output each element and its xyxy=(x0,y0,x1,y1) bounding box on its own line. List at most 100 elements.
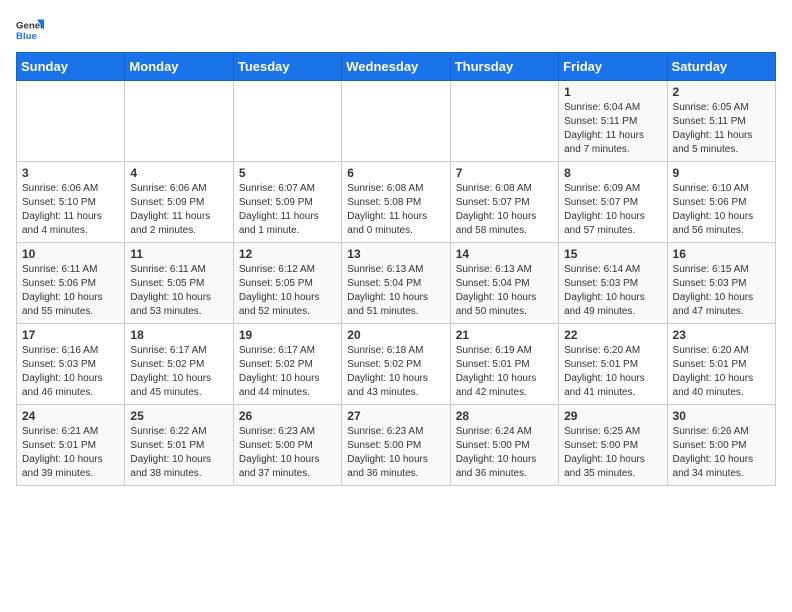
calendar-day-cell xyxy=(125,81,233,162)
day-number: 17 xyxy=(22,328,119,342)
day-number: 5 xyxy=(239,166,336,180)
calendar-day-cell: 24Sunrise: 6:21 AM Sunset: 5:01 PM Dayli… xyxy=(17,405,125,486)
day-number: 16 xyxy=(673,247,770,261)
logo-icon: General Blue xyxy=(16,16,44,44)
day-number: 18 xyxy=(130,328,227,342)
day-number: 9 xyxy=(673,166,770,180)
day-number: 4 xyxy=(130,166,227,180)
day-info: Sunrise: 6:16 AM Sunset: 5:03 PM Dayligh… xyxy=(22,344,119,400)
calendar-day-cell: 25 Sunrise: 6:22 AM Sunset: 5:01 PM Dayli… xyxy=(125,405,233,486)
calendar-day-cell: 4 Sunrise: 6:06 AM Sunset: 5:09 PM Daylig… xyxy=(125,162,233,243)
day-number: 14 xyxy=(456,247,553,261)
calendar-day-cell xyxy=(450,81,558,162)
calendar-day-cell: 10 Sunrise: 6:11 AM Sunset: 5:06 PM Dayli… xyxy=(17,243,125,324)
day-info: Sunrise: 6:21 AM Sunset: 5:01 PM Dayligh… xyxy=(22,425,119,481)
day-info: Sunrise: 6:06 AM Sunset: 5:10 PM Dayligh… xyxy=(22,182,119,238)
calendar-day-cell: 30 Sunrise: 6:26 AM Sunset: 5:00 PM Dayli… xyxy=(667,405,775,486)
calendar-day-cell: 9Sunrise: 6:10 AM Sunset: 5:06 PM Daylig… xyxy=(667,162,775,243)
day-number: 3 xyxy=(22,166,119,180)
calendar-day-cell: 26 Sunrise: 6:23 AM Sunset: 5:00 PM Dayli… xyxy=(233,405,341,486)
day-info: Sunrise: 6:08 AM Sunset: 5:08 PM Dayligh… xyxy=(347,182,444,238)
weekday-header-wednesday: Wednesday xyxy=(342,53,450,81)
day-info: Sunrise: 6:19 AM Sunset: 5:01 PM Dayligh… xyxy=(456,344,553,400)
calendar-day-cell: 20 Sunrise: 6:18 AM Sunset: 5:02 PM Dayli… xyxy=(342,324,450,405)
weekday-header-sunday: Sunday xyxy=(17,53,125,81)
weekday-header-friday: Friday xyxy=(559,53,667,81)
day-info: Sunrise: 6:14 AM Sunset: 5:03 PM Dayligh… xyxy=(564,263,661,319)
calendar-day-cell: 16 Sunrise: 6:15 AM Sunset: 5:03 PM Dayli… xyxy=(667,243,775,324)
calendar-day-cell: 28Sunrise: 6:24 AM Sunset: 5:00 PM Dayli… xyxy=(450,405,558,486)
calendar-day-cell: 18 Sunrise: 6:17 AM Sunset: 5:02 PM Dayli… xyxy=(125,324,233,405)
day-info: Sunrise: 6:08 AM Sunset: 5:07 PM Dayligh… xyxy=(456,182,553,238)
calendar-day-cell: 5Sunrise: 6:07 AM Sunset: 5:09 PM Daylig… xyxy=(233,162,341,243)
calendar-day-cell: 11 Sunrise: 6:11 AM Sunset: 5:05 PM Dayli… xyxy=(125,243,233,324)
day-info: Sunrise: 6:13 AM Sunset: 5:04 PM Dayligh… xyxy=(347,263,444,319)
calendar-day-cell: 23 Sunrise: 6:20 AM Sunset: 5:01 PM Dayli… xyxy=(667,324,775,405)
day-number: 10 xyxy=(22,247,119,261)
day-number: 20 xyxy=(347,328,444,342)
page-header: General Blue xyxy=(16,16,776,44)
calendar-day-cell: 29 Sunrise: 6:25 AM Sunset: 5:00 PM Dayli… xyxy=(559,405,667,486)
calendar-day-cell: 14 Sunrise: 6:13 AM Sunset: 5:04 PM Dayli… xyxy=(450,243,558,324)
day-number: 30 xyxy=(673,409,770,423)
day-number: 11 xyxy=(130,247,227,261)
day-info: Sunrise: 6:12 AM Sunset: 5:05 PM Dayligh… xyxy=(239,263,336,319)
calendar-day-cell: 22 Sunrise: 6:20 AM Sunset: 5:01 PM Dayli… xyxy=(559,324,667,405)
day-info: Sunrise: 6:11 AM Sunset: 5:06 PM Dayligh… xyxy=(22,263,119,319)
day-info: Sunrise: 6:13 AM Sunset: 5:04 PM Dayligh… xyxy=(456,263,553,319)
calendar-day-cell: 17 Sunrise: 6:16 AM Sunset: 5:03 PM Dayli… xyxy=(17,324,125,405)
calendar-table: SundayMondayTuesdayWednesdayThursdayFrid… xyxy=(16,52,776,486)
day-info: Sunrise: 6:20 AM Sunset: 5:01 PM Dayligh… xyxy=(673,344,770,400)
day-info: Sunrise: 6:17 AM Sunset: 5:02 PM Dayligh… xyxy=(239,344,336,400)
day-number: 6 xyxy=(347,166,444,180)
calendar-week-row: 10 Sunrise: 6:11 AM Sunset: 5:06 PM Dayli… xyxy=(17,243,776,324)
day-number: 27 xyxy=(347,409,444,423)
day-info: Sunrise: 6:15 AM Sunset: 5:03 PM Dayligh… xyxy=(673,263,770,319)
day-info: Sunrise: 6:18 AM Sunset: 5:02 PM Dayligh… xyxy=(347,344,444,400)
day-number: 12 xyxy=(239,247,336,261)
calendar-week-row: 24Sunrise: 6:21 AM Sunset: 5:01 PM Dayli… xyxy=(17,405,776,486)
day-number: 7 xyxy=(456,166,553,180)
svg-text:Blue: Blue xyxy=(16,31,37,42)
calendar-week-row: 1Sunrise: 6:04 AM Sunset: 5:11 PM Daylig… xyxy=(17,81,776,162)
day-number: 26 xyxy=(239,409,336,423)
day-number: 15 xyxy=(564,247,661,261)
day-number: 13 xyxy=(347,247,444,261)
day-info: Sunrise: 6:20 AM Sunset: 5:01 PM Dayligh… xyxy=(564,344,661,400)
day-number: 21 xyxy=(456,328,553,342)
logo: General Blue xyxy=(16,16,48,44)
calendar-day-cell: 13 Sunrise: 6:13 AM Sunset: 5:04 PM Dayli… xyxy=(342,243,450,324)
day-number: 22 xyxy=(564,328,661,342)
day-number: 19 xyxy=(239,328,336,342)
calendar-day-cell: 27 Sunrise: 6:23 AM Sunset: 5:00 PM Dayli… xyxy=(342,405,450,486)
day-number: 2 xyxy=(673,85,770,99)
day-info: Sunrise: 6:23 AM Sunset: 5:00 PM Dayligh… xyxy=(239,425,336,481)
calendar-day-cell: 3 Sunrise: 6:06 AM Sunset: 5:10 PM Daylig… xyxy=(17,162,125,243)
calendar-week-row: 3 Sunrise: 6:06 AM Sunset: 5:10 PM Daylig… xyxy=(17,162,776,243)
day-number: 8 xyxy=(564,166,661,180)
calendar-day-cell: 2Sunrise: 6:05 AM Sunset: 5:11 PM Daylig… xyxy=(667,81,775,162)
day-info: Sunrise: 6:17 AM Sunset: 5:02 PM Dayligh… xyxy=(130,344,227,400)
calendar-day-cell: 8 Sunrise: 6:09 AM Sunset: 5:07 PM Daylig… xyxy=(559,162,667,243)
calendar-day-cell: 15 Sunrise: 6:14 AM Sunset: 5:03 PM Dayli… xyxy=(559,243,667,324)
day-number: 23 xyxy=(673,328,770,342)
day-info: Sunrise: 6:22 AM Sunset: 5:01 PM Dayligh… xyxy=(130,425,227,481)
day-number: 25 xyxy=(130,409,227,423)
day-number: 29 xyxy=(564,409,661,423)
day-info: Sunrise: 6:09 AM Sunset: 5:07 PM Dayligh… xyxy=(564,182,661,238)
day-info: Sunrise: 6:23 AM Sunset: 5:00 PM Dayligh… xyxy=(347,425,444,481)
day-info: Sunrise: 6:25 AM Sunset: 5:00 PM Dayligh… xyxy=(564,425,661,481)
day-info: Sunrise: 6:11 AM Sunset: 5:05 PM Dayligh… xyxy=(130,263,227,319)
calendar-week-row: 17 Sunrise: 6:16 AM Sunset: 5:03 PM Dayli… xyxy=(17,324,776,405)
day-number: 28 xyxy=(456,409,553,423)
calendar-day-cell: 7 Sunrise: 6:08 AM Sunset: 5:07 PM Daylig… xyxy=(450,162,558,243)
weekday-header-row: SundayMondayTuesdayWednesdayThursdayFrid… xyxy=(17,53,776,81)
day-number: 1 xyxy=(564,85,661,99)
calendar-day-cell xyxy=(17,81,125,162)
calendar-day-cell: 19 Sunrise: 6:17 AM Sunset: 5:02 PM Dayli… xyxy=(233,324,341,405)
calendar-day-cell: 6 Sunrise: 6:08 AM Sunset: 5:08 PM Daylig… xyxy=(342,162,450,243)
day-info: Sunrise: 6:26 AM Sunset: 5:00 PM Dayligh… xyxy=(673,425,770,481)
weekday-header-saturday: Saturday xyxy=(667,53,775,81)
weekday-header-thursday: Thursday xyxy=(450,53,558,81)
day-info: Sunrise: 6:06 AM Sunset: 5:09 PM Dayligh… xyxy=(130,182,227,238)
